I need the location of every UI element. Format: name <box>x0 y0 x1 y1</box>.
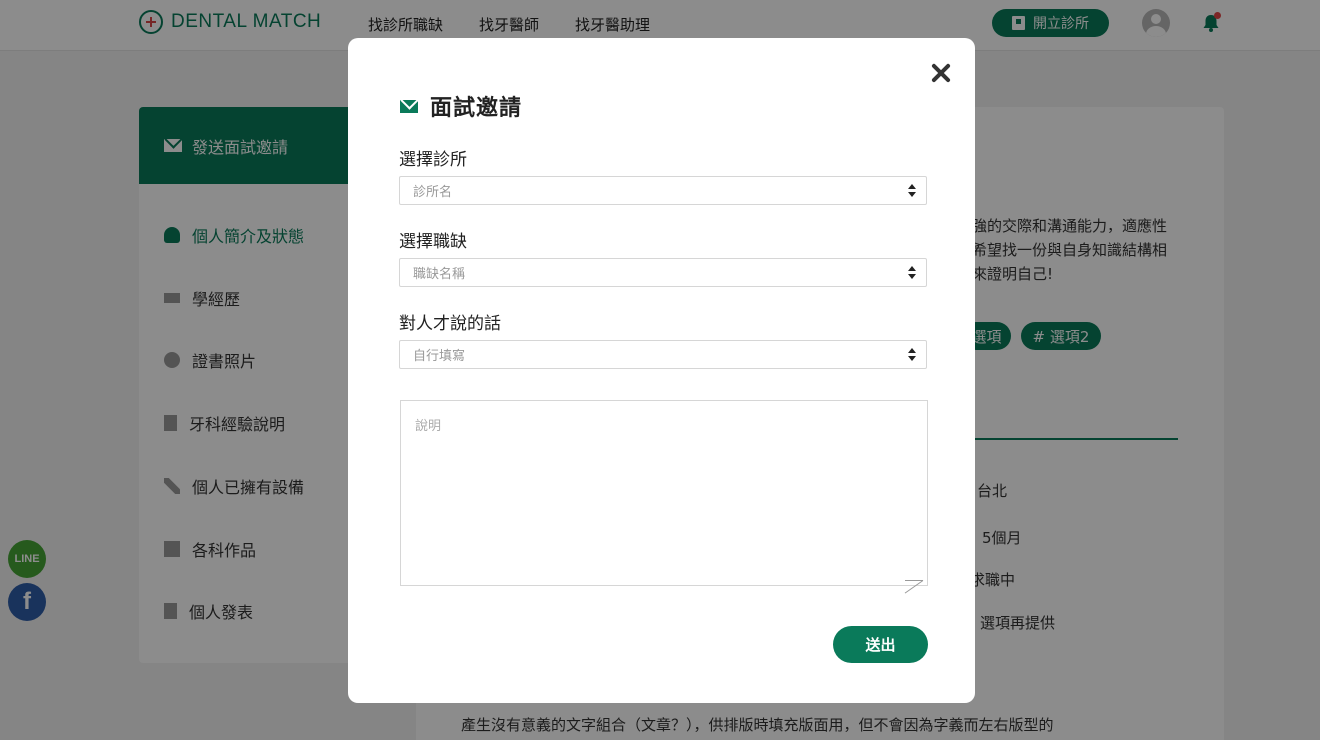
description-textarea[interactable]: 說明 <box>400 400 928 586</box>
submit-button[interactable]: 送出 <box>833 626 928 663</box>
clinic-select-placeholder: 診所名 <box>413 185 453 200</box>
close-icon[interactable] <box>928 60 954 86</box>
modal-title: 面試邀請 <box>400 90 522 122</box>
interview-invite-modal: 面試邀請 選擇診所 診所名 選擇職缺 職缺名稱 對人才說的話 自行填寫 說明 送… <box>348 38 975 703</box>
select-arrows-icon <box>908 348 916 362</box>
envelope-icon <box>400 99 418 113</box>
job-select[interactable]: 職缺名稱 <box>399 258 927 287</box>
job-select-placeholder: 職缺名稱 <box>413 267 466 282</box>
textarea-placeholder: 說明 <box>415 419 442 434</box>
message-select[interactable]: 自行填寫 <box>399 340 927 369</box>
modal-title-text: 面試邀請 <box>430 96 523 121</box>
clinic-select[interactable]: 診所名 <box>399 176 927 205</box>
select-arrows-icon <box>908 184 916 198</box>
clinic-label: 選擇診所 <box>399 150 467 170</box>
job-label: 選擇職缺 <box>399 232 467 252</box>
message-label: 對人才說的話 <box>399 314 501 334</box>
resize-handle-icon[interactable] <box>905 569 923 581</box>
select-arrows-icon <box>908 266 916 280</box>
message-select-placeholder: 自行填寫 <box>413 349 466 364</box>
